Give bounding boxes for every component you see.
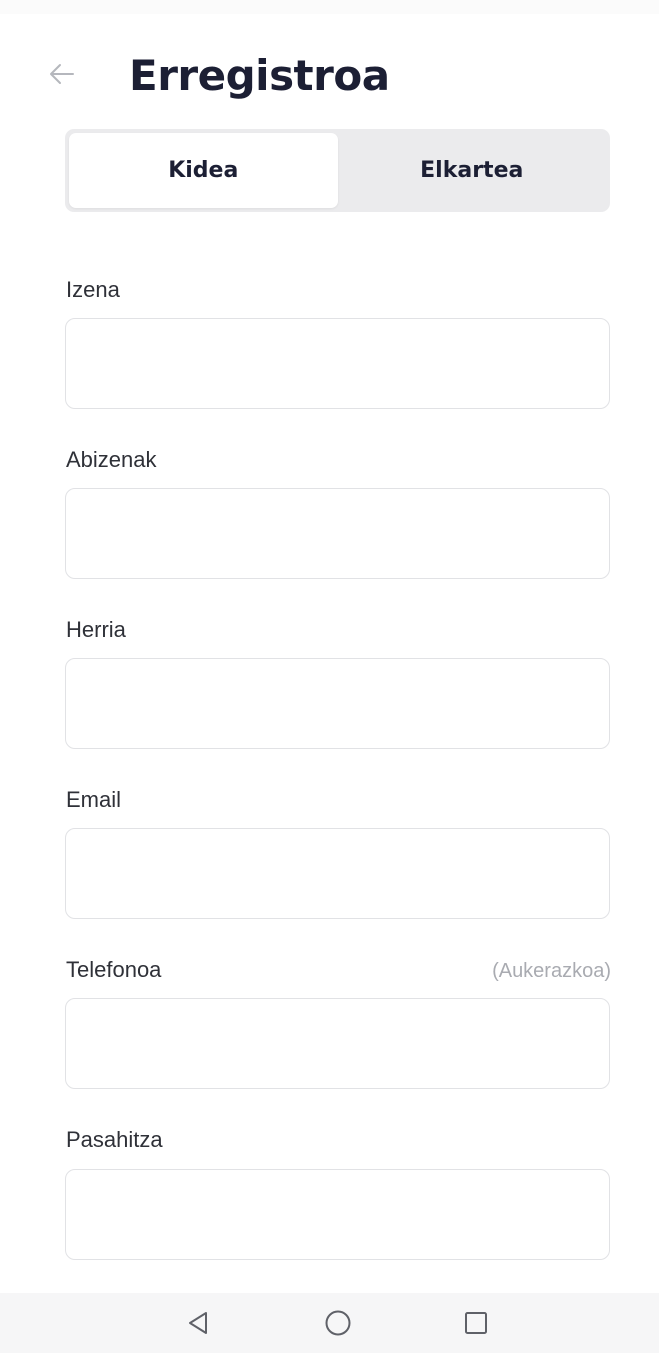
nav-home-button[interactable] [318,1303,358,1343]
town-label: Herria [66,617,126,642]
password-input[interactable] [65,1169,610,1260]
registration-screen: Erregistroa Kidea Elkartea Izena Abizena… [0,0,659,1353]
arrow-left-icon [49,63,75,85]
first-name-label: Izena [66,277,120,302]
recents-square-icon [463,1310,489,1336]
account-type-segmented-control: Kidea Elkartea [65,129,610,212]
password-label: Pasahitza [66,1127,163,1152]
optional-note: (Aukerazkoa) [492,960,611,982]
phone-input[interactable] [65,998,610,1089]
email-label: Email [66,787,122,812]
nav-recents-button[interactable] [456,1303,496,1343]
last-name-input[interactable] [65,488,610,579]
tab-elkartea[interactable]: Elkartea [338,133,607,208]
phone-label: Telefonoa [66,957,162,982]
tab-kidea[interactable]: Kidea [69,133,338,208]
system-navigation-bar [0,1293,659,1353]
status-bar [0,0,659,14]
page-title: Erregistroa [129,51,390,100]
first-name-input[interactable] [65,318,610,409]
header: Erregistroa [0,44,659,108]
back-button[interactable] [46,58,78,90]
town-input[interactable] [65,658,610,749]
last-name-label: Abizenak [66,447,157,472]
nav-back-button[interactable] [178,1303,218,1343]
home-circle-icon [324,1309,352,1337]
email-input[interactable] [65,828,610,919]
back-triangle-icon [186,1310,210,1336]
